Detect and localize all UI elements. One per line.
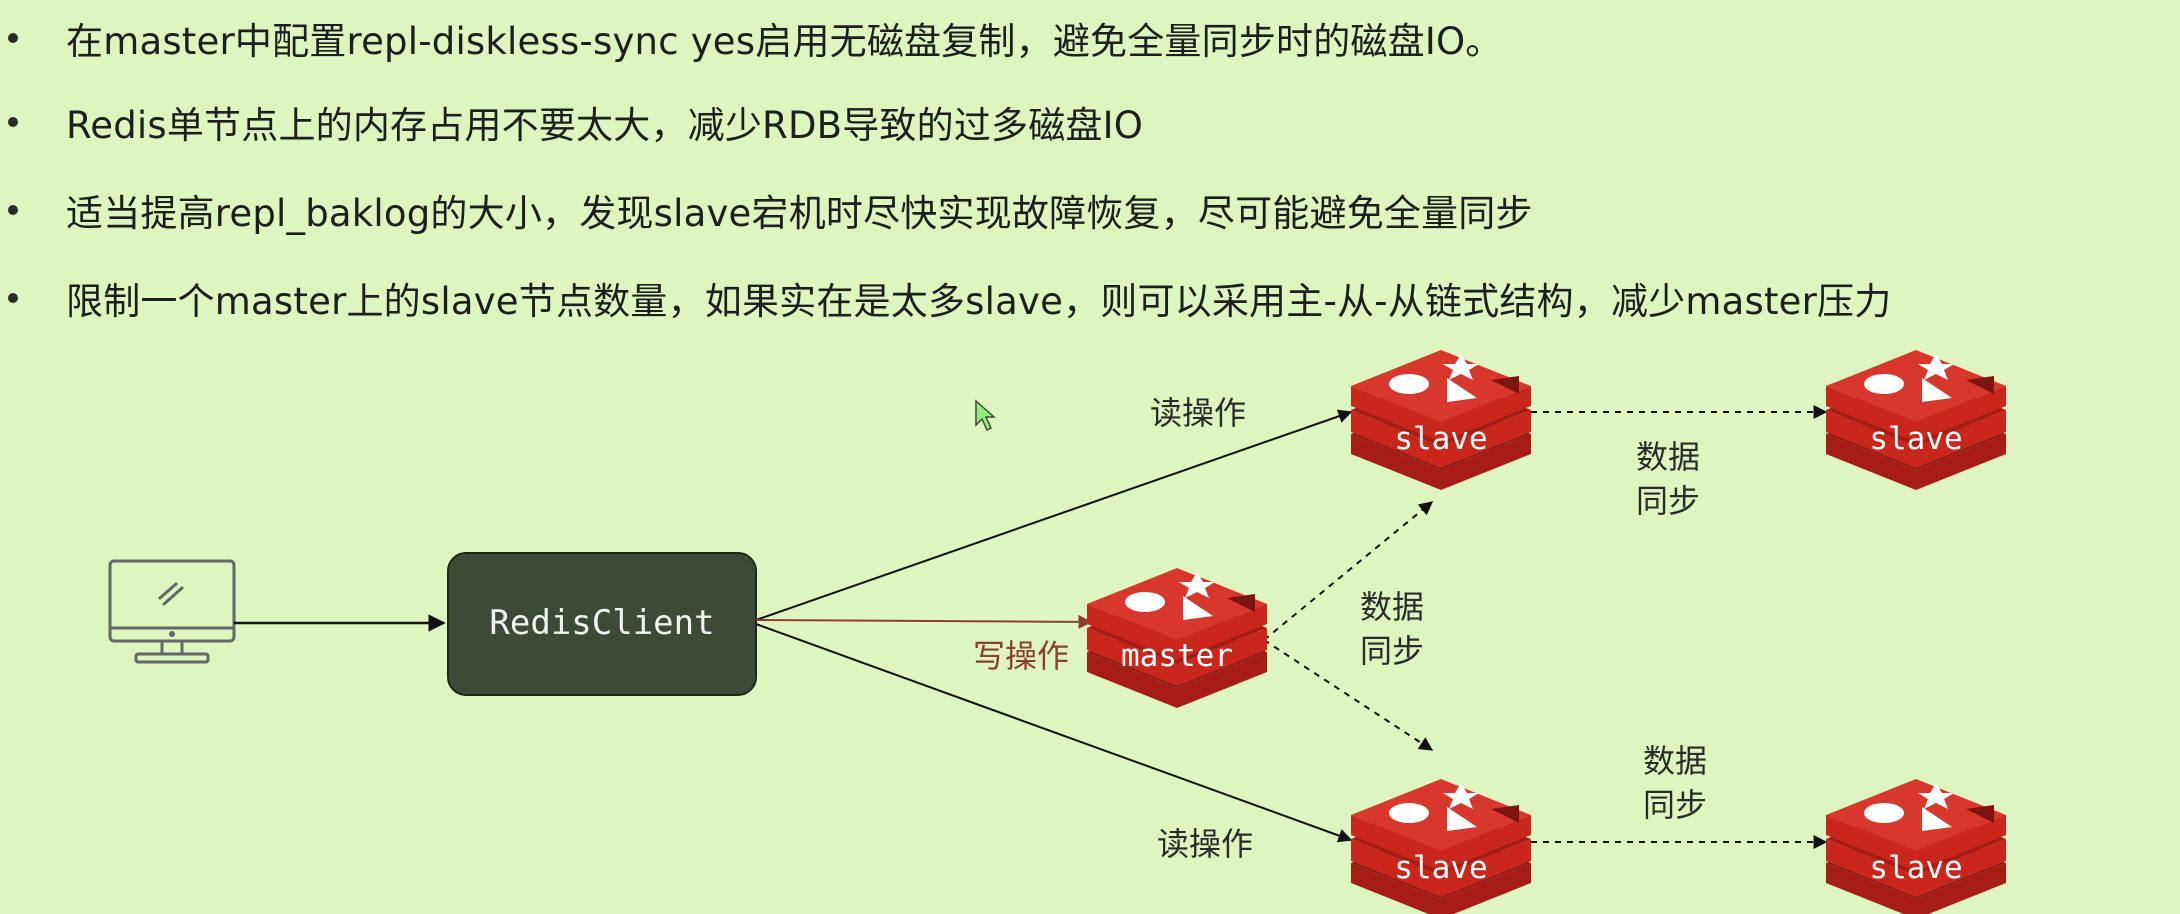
redis-logo-icon: [1826, 350, 2006, 490]
replication-diagram: RedisClient 读操作 写操作 读操作 数据 同步 数据 同步 数据 同…: [108, 350, 2006, 914]
slave-label: slave: [1394, 850, 1487, 886]
monitor-icon: [108, 559, 236, 664]
read-arrow-top: [755, 409, 1353, 621]
redis-client-box: RedisClient: [447, 552, 757, 696]
redis-logo-icon: [1351, 350, 1531, 490]
redis-logo-icon: [1826, 779, 2006, 914]
sync-label-middle-line2: 同步: [1360, 632, 1424, 670]
read-label-top: 读操作: [1150, 394, 1246, 432]
slave-label: slave: [1869, 421, 1962, 457]
sync-label-top-line2: 同步: [1636, 482, 1700, 520]
sync-label-bottom-line2: 同步: [1643, 786, 1707, 824]
slave-node-top-right: slave: [1826, 350, 2006, 490]
master-label: master: [1121, 638, 1233, 674]
write-label: 写操作: [973, 637, 1069, 675]
client-label: RedisClient: [489, 603, 714, 643]
read-label-bottom: 读操作: [1157, 825, 1253, 863]
master-node: master: [1087, 568, 1267, 708]
sync-label-bottom-line1: 数据: [1643, 742, 1707, 780]
slave-label: slave: [1869, 850, 1962, 886]
slave-node-top: slave: [1351, 350, 1531, 490]
sync-label-top-line1: 数据: [1636, 438, 1700, 476]
sync-label-middle-line1: 数据: [1360, 588, 1424, 626]
write-arrow: [755, 614, 1093, 629]
slave-node-bottom: slave: [1351, 779, 1531, 914]
redis-logo-icon: [1351, 779, 1531, 914]
cursor-icon: [975, 399, 996, 432]
slave-label: slave: [1394, 421, 1487, 457]
slave-node-bottom-right: slave: [1826, 779, 2006, 914]
